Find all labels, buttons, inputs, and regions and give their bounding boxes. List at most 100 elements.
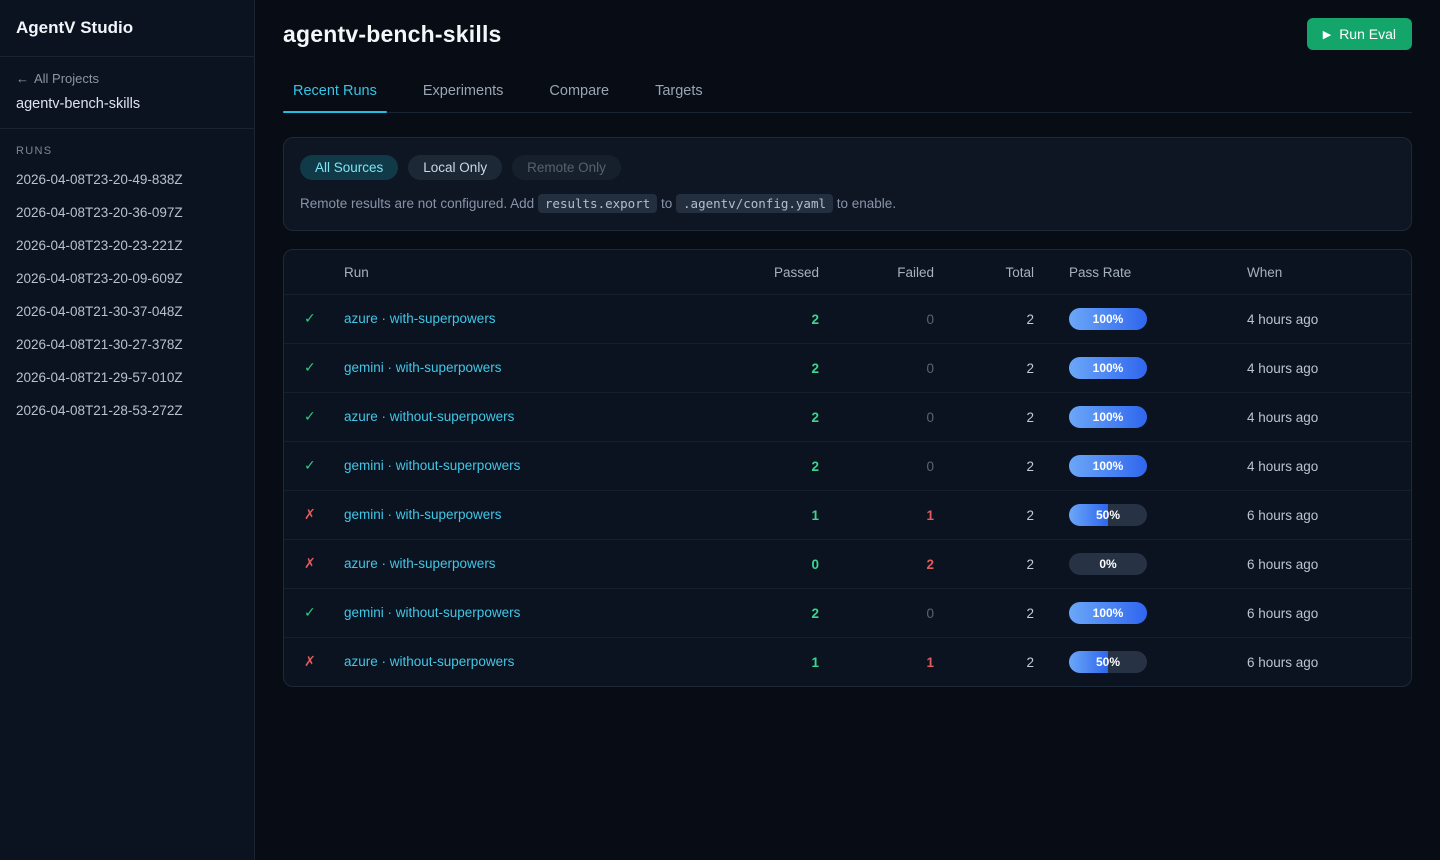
run-eval-label: Run Eval bbox=[1339, 26, 1396, 42]
run-eval-button[interactable]: ▶ Run Eval bbox=[1307, 18, 1412, 50]
pass-rate-badge: 50% bbox=[1069, 651, 1147, 673]
tab-bar: Recent Runs Experiments Compare Targets bbox=[283, 74, 1412, 113]
table-row[interactable]: ✓ gemini · without-superpowers 2 0 2 100… bbox=[284, 588, 1411, 637]
table-row[interactable]: ✓ gemini · without-superpowers 2 0 2 100… bbox=[284, 441, 1411, 490]
status-icon: ✓ bbox=[304, 310, 316, 326]
status-icon: ✗ bbox=[304, 506, 316, 522]
pass-rate-badge: 100% bbox=[1069, 406, 1147, 428]
tab-recent-runs[interactable]: Recent Runs bbox=[283, 74, 387, 112]
run-name-link[interactable]: azure · without-superpowers bbox=[344, 409, 514, 424]
note-prefix: Remote results are not configured. Add bbox=[300, 196, 538, 211]
column-header-passed: Passed bbox=[719, 265, 819, 280]
sidebar-run-item[interactable]: 2026-04-08T21-30-27-378Z bbox=[0, 328, 254, 361]
passed-count: 2 bbox=[719, 410, 819, 425]
app-title: AgentV Studio bbox=[0, 0, 254, 57]
pass-rate-badge: 100% bbox=[1069, 602, 1147, 624]
pass-rate-label: 50% bbox=[1069, 504, 1147, 526]
when-text: 4 hours ago bbox=[1247, 361, 1318, 376]
sidebar-run-item[interactable]: 2026-04-08T23-20-09-609Z bbox=[0, 262, 254, 295]
total-count: 2 bbox=[934, 655, 1034, 670]
main-header: agentv-bench-skills ▶ Run Eval bbox=[283, 18, 1412, 50]
main-content: agentv-bench-skills ▶ Run Eval Recent Ru… bbox=[255, 0, 1440, 860]
status-icon: ✗ bbox=[304, 555, 316, 571]
when-text: 6 hours ago bbox=[1247, 508, 1318, 523]
run-name-link[interactable]: gemini · with-superpowers bbox=[344, 507, 502, 522]
total-count: 2 bbox=[934, 508, 1034, 523]
total-count: 2 bbox=[934, 361, 1034, 376]
passed-count: 1 bbox=[719, 508, 819, 523]
run-list: 2026-04-08T23-20-49-838Z 2026-04-08T23-2… bbox=[0, 163, 254, 427]
tab-experiments[interactable]: Experiments bbox=[413, 74, 514, 112]
note-suffix: to enable. bbox=[833, 196, 896, 211]
runs-table-header: Run Passed Failed Total Pass Rate When bbox=[284, 250, 1411, 294]
run-id: 2026-04-08T21-28-53-272Z bbox=[16, 403, 183, 418]
status-icon: ✗ bbox=[304, 653, 316, 669]
pass-rate-label: 50% bbox=[1069, 651, 1147, 673]
run-name-link[interactable]: azure · with-superpowers bbox=[344, 311, 496, 326]
pass-rate-badge: 50% bbox=[1069, 504, 1147, 526]
chip-remote-only: Remote Only bbox=[512, 155, 621, 180]
run-id: 2026-04-08T21-29-57-010Z bbox=[16, 370, 183, 385]
sidebar-run-item[interactable]: 2026-04-08T21-29-57-010Z bbox=[0, 361, 254, 394]
table-row[interactable]: ✗ azure · without-superpowers 1 1 2 50% … bbox=[284, 637, 1411, 686]
failed-count: 1 bbox=[819, 508, 934, 523]
pass-rate-badge: 100% bbox=[1069, 308, 1147, 330]
pass-rate-label: 100% bbox=[1069, 602, 1147, 624]
column-header-pass-rate: Pass Rate bbox=[1034, 265, 1247, 280]
passed-count: 2 bbox=[719, 361, 819, 376]
total-count: 2 bbox=[934, 410, 1034, 425]
source-filter-panel: All Sources Local Only Remote Only Remot… bbox=[283, 137, 1412, 231]
failed-count: 1 bbox=[819, 655, 934, 670]
run-name-link[interactable]: azure · with-superpowers bbox=[344, 556, 496, 571]
tab-label: Recent Runs bbox=[293, 83, 377, 99]
sidebar-project-section: ←All Projects agentv-bench-skills bbox=[0, 57, 254, 129]
run-name-link[interactable]: azure · without-superpowers bbox=[344, 654, 514, 669]
pass-rate-badge: 100% bbox=[1069, 455, 1147, 477]
chip-all-sources[interactable]: All Sources bbox=[300, 155, 398, 180]
tab-compare[interactable]: Compare bbox=[539, 74, 619, 112]
total-count: 2 bbox=[934, 459, 1034, 474]
note-code-results-export: results.export bbox=[538, 194, 657, 213]
run-id: 2026-04-08T23-20-49-838Z bbox=[16, 172, 183, 187]
pass-rate-badge: 0% bbox=[1069, 553, 1147, 575]
table-row[interactable]: ✓ azure · with-superpowers 2 0 2 100% 4 … bbox=[284, 294, 1411, 343]
remote-config-note: Remote results are not configured. Add r… bbox=[300, 196, 1395, 211]
pass-rate-label: 100% bbox=[1069, 308, 1147, 330]
back-link-label: All Projects bbox=[34, 71, 99, 86]
sidebar-run-item[interactable]: 2026-04-08T23-20-36-097Z bbox=[0, 196, 254, 229]
run-name-link[interactable]: gemini · with-superpowers bbox=[344, 360, 502, 375]
sidebar: AgentV Studio ←All Projects agentv-bench… bbox=[0, 0, 255, 860]
source-filter-chips: All Sources Local Only Remote Only bbox=[300, 155, 1395, 180]
total-count: 2 bbox=[934, 557, 1034, 572]
passed-count: 2 bbox=[719, 459, 819, 474]
status-icon: ✓ bbox=[304, 359, 316, 375]
table-row[interactable]: ✓ azure · without-superpowers 2 0 2 100%… bbox=[284, 392, 1411, 441]
total-count: 2 bbox=[934, 606, 1034, 621]
status-icon: ✓ bbox=[304, 408, 316, 424]
sidebar-run-item[interactable]: 2026-04-08T21-30-37-048Z bbox=[0, 295, 254, 328]
tab-targets[interactable]: Targets bbox=[645, 74, 713, 112]
status-icon: ✓ bbox=[304, 604, 316, 620]
sidebar-run-item[interactable]: 2026-04-08T23-20-23-221Z bbox=[0, 229, 254, 262]
chip-label: All Sources bbox=[315, 160, 383, 175]
passed-count: 0 bbox=[719, 557, 819, 572]
sidebar-run-item[interactable]: 2026-04-08T23-20-49-838Z bbox=[0, 163, 254, 196]
sidebar-run-item[interactable]: 2026-04-08T21-28-53-272Z bbox=[0, 394, 254, 427]
table-row[interactable]: ✓ gemini · with-superpowers 2 0 2 100% 4… bbox=[284, 343, 1411, 392]
run-id: 2026-04-08T21-30-37-048Z bbox=[16, 304, 183, 319]
table-row[interactable]: ✗ gemini · with-superpowers 1 1 2 50% 6 … bbox=[284, 490, 1411, 539]
total-count: 2 bbox=[934, 312, 1034, 327]
chip-local-only[interactable]: Local Only bbox=[408, 155, 502, 180]
failed-count: 0 bbox=[819, 361, 934, 376]
back-to-projects-link[interactable]: ←All Projects bbox=[16, 71, 238, 86]
when-text: 4 hours ago bbox=[1247, 459, 1318, 474]
runs-table: Run Passed Failed Total Pass Rate When ✓… bbox=[283, 249, 1412, 687]
chip-label: Local Only bbox=[423, 160, 487, 175]
run-name-link[interactable]: gemini · without-superpowers bbox=[344, 605, 520, 620]
run-name-link[interactable]: gemini · without-superpowers bbox=[344, 458, 520, 473]
status-icon: ✓ bbox=[304, 457, 316, 473]
play-icon: ▶ bbox=[1323, 28, 1331, 41]
pass-rate-badge: 100% bbox=[1069, 357, 1147, 379]
table-row[interactable]: ✗ azure · with-superpowers 0 2 2 0% 6 ho… bbox=[284, 539, 1411, 588]
run-id: 2026-04-08T23-20-09-609Z bbox=[16, 271, 183, 286]
